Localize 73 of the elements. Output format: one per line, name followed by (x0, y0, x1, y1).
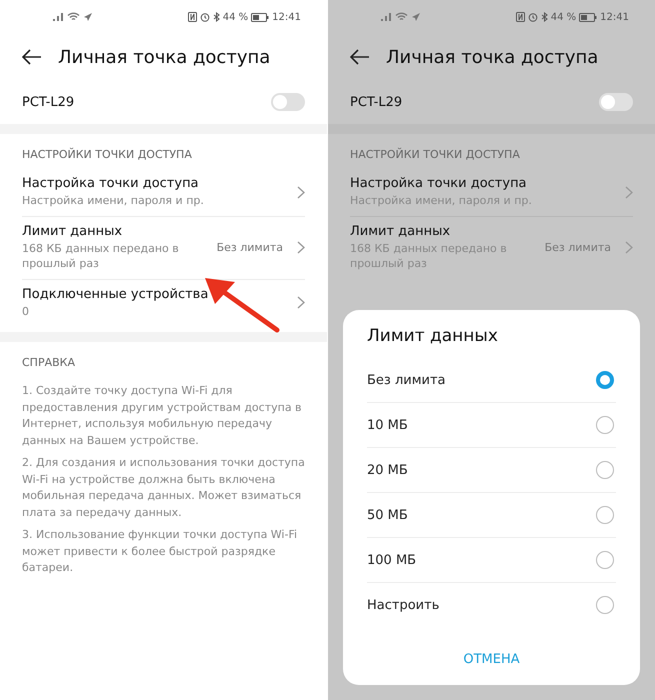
settings-item[interactable]: Лимит данных 168 КБ данных передано в прошлый раз Без лимита (22, 216, 305, 280)
item-title: Лимит данных (22, 224, 124, 239)
back-arrow-icon[interactable] (350, 49, 370, 65)
section-header: НАСТРОЙКИ ТОЧКИ ДОСТУПА (21, 146, 193, 163)
section-header: СПРАВКА (21, 355, 76, 372)
chevron-icon (297, 296, 305, 310)
limit-option[interactable]: 10 МБ (367, 403, 616, 448)
chevron-icon (625, 241, 633, 254)
battery-icon (579, 12, 598, 22)
chevron-icon (297, 186, 305, 199)
battery-percent: 44 % (222, 12, 248, 22)
radio-button[interactable] (596, 596, 614, 614)
section-header: НАСТРОЙКИ ТОЧКИ ДОСТУПА (349, 146, 521, 163)
limit-option[interactable]: Без лимита (367, 358, 616, 403)
signal-icon (380, 12, 392, 22)
battery-percent: 44 % (550, 12, 576, 22)
settings-item[interactable]: Подключенные устройства 0 (22, 280, 305, 326)
item-value: Без лимита (544, 241, 611, 254)
signal-icon (52, 12, 64, 22)
radio-button[interactable] (596, 461, 614, 479)
item-title: Настройка точки доступа (350, 176, 528, 191)
battery-icon (251, 12, 270, 22)
radio-button[interactable] (596, 416, 614, 434)
settings-item[interactable]: Лимит данных 168 КБ данных передано в прошлый раз Без лимита (350, 216, 633, 279)
wifi-icon (395, 12, 408, 22)
nfc-icon (516, 12, 525, 22)
option-label: Без лимита (367, 372, 446, 388)
hotspot-toggle[interactable] (271, 93, 305, 111)
option-label: 100 МБ (367, 552, 416, 568)
clock-time: 12:41 (272, 12, 301, 22)
item-subtitle: Настройка имени, пароля и пр. (22, 194, 205, 209)
screen-title: Личная точка доступа (386, 46, 598, 68)
limit-option[interactable]: Настроить (367, 583, 616, 627)
clock-time: 12:41 (600, 12, 629, 22)
hotspot-toggle[interactable] (599, 93, 633, 111)
settings-item[interactable]: Настройка точки доступа Настройка имени, пароля и пр. (22, 169, 305, 217)
option-label: 50 МБ (367, 508, 408, 522)
item-title: Лимит данных (350, 224, 452, 239)
option-label: 20 МБ (367, 462, 408, 478)
item-subtitle: 168 КБ данных передано в прошлый раз (350, 242, 508, 272)
alarm-icon (200, 12, 210, 22)
item-subtitle: 168 КБ данных передано в прошлый раз (22, 242, 180, 272)
chevron-icon (297, 241, 305, 254)
option-label: Настроить (367, 598, 440, 612)
radio-button[interactable] (596, 371, 614, 389)
dialog-title: Лимит данных (367, 326, 499, 346)
bluetooth-icon (212, 12, 220, 22)
settings-item[interactable]: Настройка точки доступа Настройка имени, пароля и пр. (350, 169, 633, 217)
help-paragraph: 2. Для создания и использования точки доступа Wi-Fi на устройстве должна быть включена мобильная передача данных. Может взиматься плата за передачу данных. (22, 455, 305, 521)
radio-button[interactable] (596, 506, 614, 524)
alarm-icon (528, 12, 538, 22)
screen-title: Личная точка доступа (58, 46, 270, 68)
nfc-icon (188, 12, 197, 22)
wifi-icon (67, 12, 80, 22)
item-title: Настройка точки доступа (22, 176, 200, 191)
chevron-icon (625, 186, 633, 199)
back-arrow-icon[interactable] (22, 49, 42, 65)
option-label: 10 МБ (367, 418, 408, 432)
send-icon (411, 12, 421, 22)
limit-option[interactable]: 50 МБ (367, 493, 616, 538)
hotspot-name: PCT-L29 (350, 94, 402, 110)
limit-option[interactable]: 20 МБ (367, 448, 616, 493)
item-title: Подключенные устройства (22, 286, 210, 302)
help-paragraph: 3. Использование функции точки доступа Wi-Fi может привести к более быстрой разрядке батареи. (22, 527, 298, 576)
help-paragraph: 1. Создайте точку доступа Wi-Fi для предоставления другим устройствам доступа в Интернет, используя мобильную передачу данных на Вашем устройстве. (22, 383, 303, 449)
hotspot-name: PCT-L29 (22, 94, 74, 110)
bluetooth-icon (540, 12, 548, 22)
limit-option[interactable]: 100 МБ (367, 538, 616, 583)
item-subtitle: Настройка имени, пароля и пр. (350, 194, 533, 209)
radio-button[interactable] (596, 551, 614, 569)
item-subtitle: 0 (22, 304, 30, 320)
send-icon (83, 12, 93, 22)
item-value: Без лимита (216, 241, 283, 254)
